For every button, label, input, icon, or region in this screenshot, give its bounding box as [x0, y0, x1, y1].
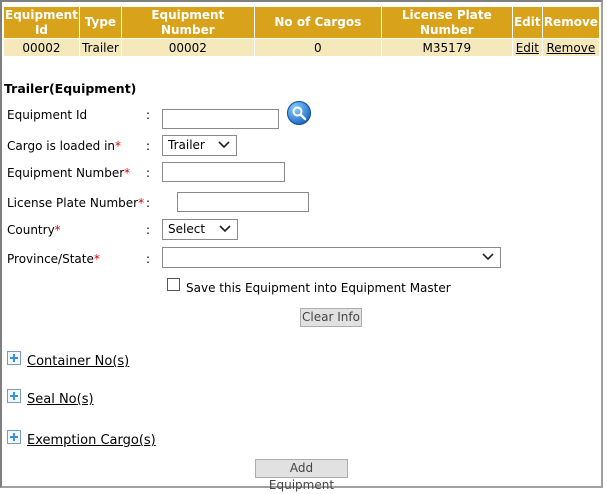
search-button[interactable] [287, 101, 311, 125]
cell-edit: Edit [511, 38, 543, 57]
save-equipment-checkbox[interactable] [167, 278, 180, 291]
equipment-number-input[interactable] [162, 162, 285, 182]
equipment-id-label: Equipment Id [7, 108, 88, 122]
chevron-down-icon [219, 225, 231, 233]
form-title: Trailer(Equipment) [4, 81, 137, 96]
colon: : [146, 166, 151, 180]
required-mark: * [124, 166, 131, 180]
required-mark: * [138, 196, 145, 210]
container-link[interactable]: Container No(s) [27, 354, 129, 369]
country-label: Country* [7, 223, 61, 237]
table-row: 00002 Trailer 00002 0 M35179 Edit Remove [3, 38, 600, 57]
equipment-table: Equipment Id Type Equipment Number No of… [3, 6, 600, 57]
col-remove: Remove [541, 6, 600, 39]
country-select[interactable]: Select [162, 219, 238, 240]
chevron-down-icon [218, 141, 230, 149]
colon: : [146, 223, 151, 237]
cell-equipment-id: 00002 [3, 38, 80, 57]
cell-type: Trailer [78, 38, 122, 57]
col-license-plate: License Plate Number [380, 6, 513, 39]
col-no-of-cargos: No of Cargos [253, 6, 382, 39]
save-equipment-label: Save this Equipment into Equipment Maste… [186, 281, 451, 295]
edit-link[interactable]: Edit [516, 41, 539, 55]
equipment-panel [0, 0, 603, 488]
col-type: Type [78, 6, 122, 39]
required-mark: * [54, 223, 61, 237]
col-edit: Edit [511, 6, 543, 39]
equipment-number-label: Equipment Number* [7, 166, 130, 180]
exemption-link[interactable]: Exemption Cargo(s) [27, 433, 156, 448]
cargo-loaded-label: Cargo is loaded in* [7, 139, 121, 153]
remove-link[interactable]: Remove [547, 41, 596, 55]
license-plate-label: License Plate Number* [7, 196, 144, 210]
expand-seal-icon[interactable] [7, 389, 21, 403]
expand-exemption-icon[interactable] [7, 430, 21, 444]
required-mark: * [93, 252, 100, 266]
province-select[interactable] [162, 247, 501, 268]
country-text: Country [7, 223, 55, 237]
cell-license-plate: M35179 [380, 38, 513, 57]
license-plate-text: License Plate Number [7, 196, 139, 210]
cargo-loaded-select[interactable]: Trailer [162, 135, 237, 156]
cell-equipment-number: 00002 [120, 38, 255, 57]
license-plate-input[interactable] [177, 192, 309, 212]
table-header-row: Equipment Id Type Equipment Number No of… [3, 6, 600, 39]
required-mark: * [115, 139, 122, 153]
province-text: Province/State [7, 252, 94, 266]
cell-no-of-cargos: 0 [253, 38, 382, 57]
province-label: Province/State* [7, 252, 100, 266]
equipment-number-text: Equipment Number [7, 166, 125, 180]
expand-container-icon[interactable] [7, 351, 21, 365]
seal-link[interactable]: Seal No(s) [27, 392, 94, 407]
cargo-loaded-text: Cargo is loaded in [7, 139, 116, 153]
colon: : [146, 252, 151, 266]
chevron-down-icon [482, 253, 494, 261]
cargo-loaded-value: Trailer [168, 138, 205, 152]
col-equipment-number: Equipment Number [120, 6, 255, 39]
equipment-id-input[interactable] [162, 109, 279, 129]
clear-info-button[interactable]: Clear Info [300, 308, 362, 327]
magnifier-icon [292, 106, 307, 121]
colon: : [146, 108, 151, 122]
country-value: Select [168, 222, 206, 236]
colon: : [146, 196, 151, 210]
add-equipment-button[interactable]: Add Equipment [255, 459, 348, 492]
colon: : [146, 139, 151, 153]
cell-remove: Remove [541, 38, 600, 57]
col-equipment-id: Equipment Id [3, 6, 80, 39]
